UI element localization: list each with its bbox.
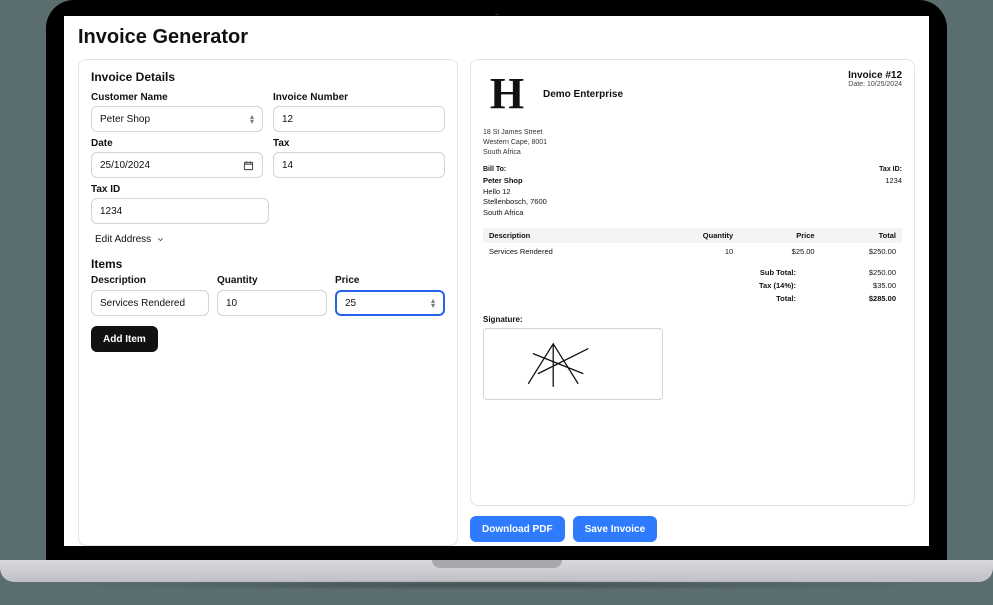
chevron-down-icon [156, 235, 165, 244]
signature-drawing [484, 329, 662, 400]
customer-address-line: Hello 12 [483, 187, 547, 198]
tax-label: Tax [273, 138, 445, 149]
sender-address: 18 St James Street Western Cape, 8001 So… [483, 128, 902, 157]
download-pdf-button[interactable]: Download PDF [470, 516, 565, 542]
number-stepper-icon[interactable]: ▴▾ [431, 298, 435, 308]
invoice-details-heading: Invoice Details [91, 70, 445, 84]
signature-label: Signature: [483, 315, 902, 324]
calendar-icon [243, 160, 254, 171]
total-row: Total: $285.00 [483, 292, 902, 305]
edit-address-toggle[interactable]: Edit Address [95, 234, 165, 245]
invoice-number-label: Invoice Number [273, 92, 445, 103]
invoice-date: Date: 10/25/2024 [848, 81, 902, 88]
item-description-input[interactable]: Services Rendered [91, 290, 209, 316]
tax-id-label: Tax ID [91, 184, 269, 195]
customer-name-label: Customer Name [91, 92, 263, 103]
preview-tax-id-value: 1234 [885, 176, 902, 218]
invoice-number-input[interactable]: 12 [273, 106, 445, 132]
preview-customer-name: Peter Shop [483, 176, 547, 187]
item-quantity-input[interactable]: 10 [217, 290, 327, 316]
date-input[interactable]: 25/10/2024 [91, 152, 263, 178]
signature-box[interactable] [483, 328, 663, 400]
item-price-input[interactable]: 25 ▴▾ [335, 290, 445, 316]
company-logo: H [483, 70, 531, 118]
col-quantity-label: Quantity [217, 275, 327, 286]
page-title: Invoice Generator [78, 26, 915, 49]
customer-address-line: South Africa [483, 208, 547, 219]
tax-id-value: 1234 [100, 206, 122, 217]
invoice-heading: Invoice #12 [848, 70, 902, 81]
save-invoice-button[interactable]: Save Invoice [573, 516, 658, 542]
date-label: Date [91, 138, 263, 149]
invoice-preview-panel: H Demo Enterprise Invoice #12 Date: 10/2… [470, 59, 915, 506]
col-price-label: Price [335, 275, 445, 286]
company-name: Demo Enterprise [543, 89, 623, 100]
edit-address-label: Edit Address [95, 234, 151, 245]
customer-name-select[interactable]: Peter Shop ▴▾ [91, 106, 263, 132]
tax-input[interactable]: 14 [273, 152, 445, 178]
preview-tax-id-label: Tax ID: [879, 166, 902, 173]
select-chevrons-icon: ▴▾ [250, 114, 254, 124]
tax-value: 14 [282, 160, 293, 171]
preview-table-header: Description Quantity Price Total [483, 228, 902, 243]
customer-address-line: Stellenbosch, 7600 [483, 197, 547, 208]
invoice-number-value: 12 [282, 114, 293, 125]
bill-to-label: Bill To: [483, 166, 506, 173]
tax-id-input[interactable]: 1234 [91, 198, 269, 224]
preview-table-row: Services Rendered 10 $25.00 $250.00 [483, 243, 902, 260]
date-value: 25/10/2024 [100, 160, 150, 171]
item-quantity-value: 10 [226, 298, 237, 309]
tax-row: Tax (14%): $35.00 [483, 279, 902, 292]
add-item-button[interactable]: Add Item [91, 326, 158, 352]
customer-name-value: Peter Shop [100, 114, 150, 125]
invoice-form-panel: Invoice Details Customer Name Peter Shop… [78, 59, 458, 546]
col-description-label: Description [91, 275, 209, 286]
subtotal-row: Sub Total: $250.00 [483, 266, 902, 279]
item-price-value: 25 [345, 298, 356, 309]
item-description-value: Services Rendered [100, 298, 185, 309]
items-heading: Items [91, 257, 445, 271]
